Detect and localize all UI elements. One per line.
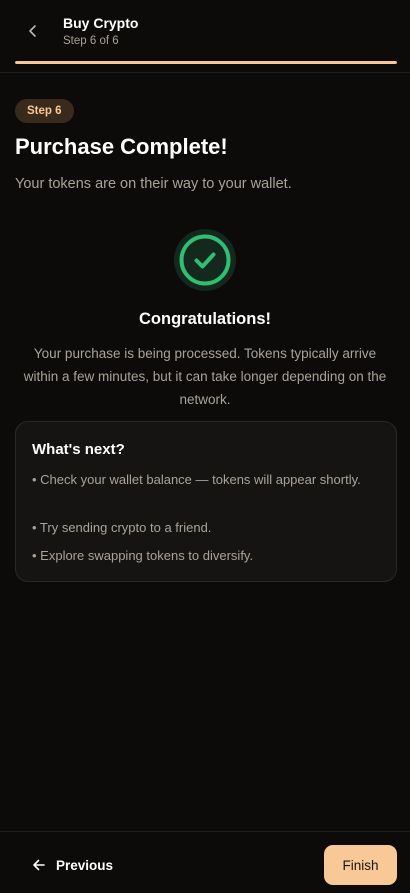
header: Buy Crypto Step 6 of 6 bbox=[0, 0, 410, 62]
whats-next-card: What's next? • Check your wallet balance… bbox=[15, 421, 397, 582]
footer-divider bbox=[0, 831, 410, 832]
step-badge: Step 6 bbox=[15, 99, 74, 123]
page-title: Purchase Complete! bbox=[15, 134, 228, 159]
next-step-item: • Check your wallet balance — tokens wil… bbox=[32, 472, 361, 487]
next-step-item: • Try sending crypto to a friend. bbox=[32, 520, 212, 535]
finish-button[interactable]: Finish bbox=[324, 845, 397, 885]
previous-button[interactable]: Previous bbox=[22, 848, 123, 882]
success-heading: Congratulations! bbox=[139, 310, 271, 328]
whats-next-title: What's next? bbox=[32, 441, 125, 458]
header-title: Buy Crypto bbox=[63, 15, 139, 31]
previous-label: Previous bbox=[56, 857, 114, 873]
progress-fill bbox=[15, 61, 397, 64]
success-message: Your purchase is being processed. Tokens… bbox=[23, 346, 387, 407]
page-subtitle: Your tokens are on their way to your wal… bbox=[15, 176, 292, 192]
progress-bar bbox=[15, 61, 397, 64]
check-circle-icon bbox=[174, 229, 236, 291]
chevron-left-icon bbox=[29, 25, 36, 37]
arrow-left-icon bbox=[33, 859, 45, 871]
next-step-item: • Explore swapping tokens to diversify. bbox=[32, 548, 254, 563]
step-indicator: Step 6 of 6 bbox=[63, 35, 119, 47]
header-divider bbox=[0, 72, 410, 73]
back-button[interactable] bbox=[18, 16, 48, 46]
